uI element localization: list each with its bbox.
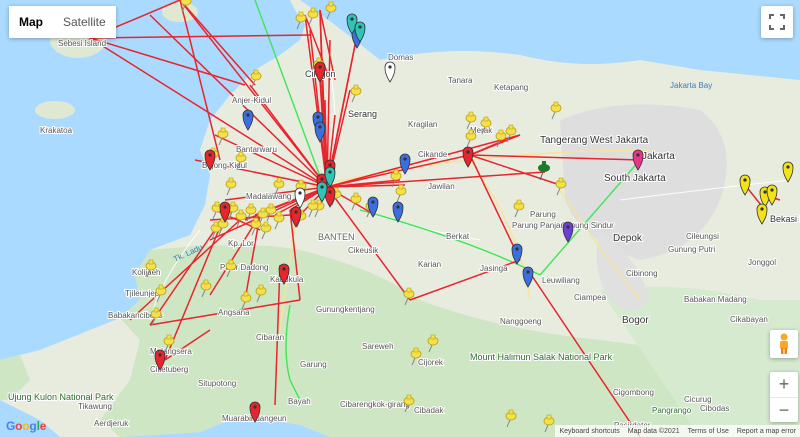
label-aerdjeruk: Aerdjeruk [94,419,129,428]
label-bayah: Bayah [288,397,311,406]
label-karian: Karian [418,260,441,269]
label-nanggoeng: Nanggoeng [500,317,541,326]
label-ujung-kulon: Ujung Kulon National Park [8,392,114,402]
label-jakarta-bay: Jakarta Bay [670,81,712,90]
label-cikande: Cikande [418,150,448,159]
label-mount-halimun: Mount Halimun Salak National Park [470,352,613,362]
island-krakatoa [35,101,75,119]
label-ketapang: Ketapang [494,83,528,92]
label-gunung-putri: Gunung Putri [668,245,715,254]
label-cigombong: Cigombong [613,388,654,397]
fullscreen-button[interactable] [761,6,793,38]
keyboard-shortcuts-link[interactable]: Keyboard shortcuts [559,428,619,435]
label-cibinong: Cibinong [626,269,658,278]
label-kragilan: Kragilan [408,120,437,129]
zoom-in-button[interactable]: + [770,372,798,398]
label-kolijaeh: Kolijaeh [132,268,160,277]
label-serang: Serang [348,109,377,119]
label-cibadak: Cibadak [414,406,444,415]
label-sareweh: Sareweh [362,342,394,351]
label-madalawang: Madalawang [246,192,291,201]
label-banten: BANTEN [318,232,355,242]
label-garung: Garung [300,360,327,369]
terms-link[interactable]: Terms of Use [688,428,729,435]
map-type-control: Map Satellite [9,6,116,38]
label-depok: Depok [613,233,643,244]
label-bogor: Bogor [622,315,649,326]
zoom-control: + − [770,372,798,422]
label-situpotong: Situpotong [198,379,236,388]
label-cilletuberg: Cilletuberg [150,365,188,374]
label-tangerang: Tangerang [540,135,587,146]
zoom-out-button[interactable]: − [770,398,798,423]
label-tikawung: Tikawung [78,402,112,411]
label-angsana: Angsana [218,308,250,317]
label-cibodas: Cibodas [700,404,729,413]
report-error-link[interactable]: Report a map error [737,428,796,435]
label-cicurug: Cicurug [684,395,712,404]
google-logo[interactable]: Google [6,419,46,433]
label-berkat: Berkat [446,232,470,241]
label-tjileunjep: Tjileunjep [125,289,160,298]
label-jawilan: Jawilan [428,182,455,191]
pegman-button[interactable] [770,330,798,358]
label-pangrango: Pangrango [652,406,692,415]
fullscreen-icon [769,14,785,30]
label-south-jakarta: South Jakarta [604,173,666,184]
label-tanara: Tanara [448,76,473,85]
label-leuwiliang: Leuwiliang [542,276,580,285]
label-sebesi: Sebesi Island [58,39,106,48]
map-type-satellite-button[interactable]: Satellite [53,6,116,38]
label-cileungsi: Cileungsi [686,232,719,241]
label-ciampea: Ciampea [574,293,607,302]
label-cikabayan: Cikabayan [730,315,768,324]
label-jasinga: Jasinga [480,264,508,273]
label-cibarengkok: Cibarengkok-girang [340,400,410,409]
label-krakatoa: Krakatoa [40,126,73,135]
label-parung-panjang: Parung Panjang [512,221,569,230]
label-jonggol: Jonggol [748,258,776,267]
attribution-bar: Keyboard shortcuts Map data ©2021 Terms … [555,425,800,437]
label-gunungkentjang: Gunungkentjang [316,305,375,314]
map-type-map-button[interactable]: Map [9,6,53,38]
label-kplor: Kp. Lor [228,239,254,248]
label-babakan-madang: Babakan Madang [684,295,747,304]
map-canvas[interactable]: Sebesi Island Krakatoa Anjer-Kidul Banta… [0,0,800,437]
label-cibaran: Cibaran [256,333,284,342]
label-west-jakarta: West Jakarta [590,135,649,146]
label-jakarta: Jakarta [642,151,675,162]
label-parung: Parung [530,210,556,219]
label-cijorek: Cijorek [418,358,444,367]
label-bekasi: Bekasi Regency [770,214,800,224]
label-cikeusik: Cikeusik [348,246,379,255]
pegman-icon [780,333,788,354]
label-anjer: Anjer-Kidul [232,96,271,105]
label-domas: Domas [388,53,413,62]
map-data-text: Map data ©2021 [627,427,680,435]
